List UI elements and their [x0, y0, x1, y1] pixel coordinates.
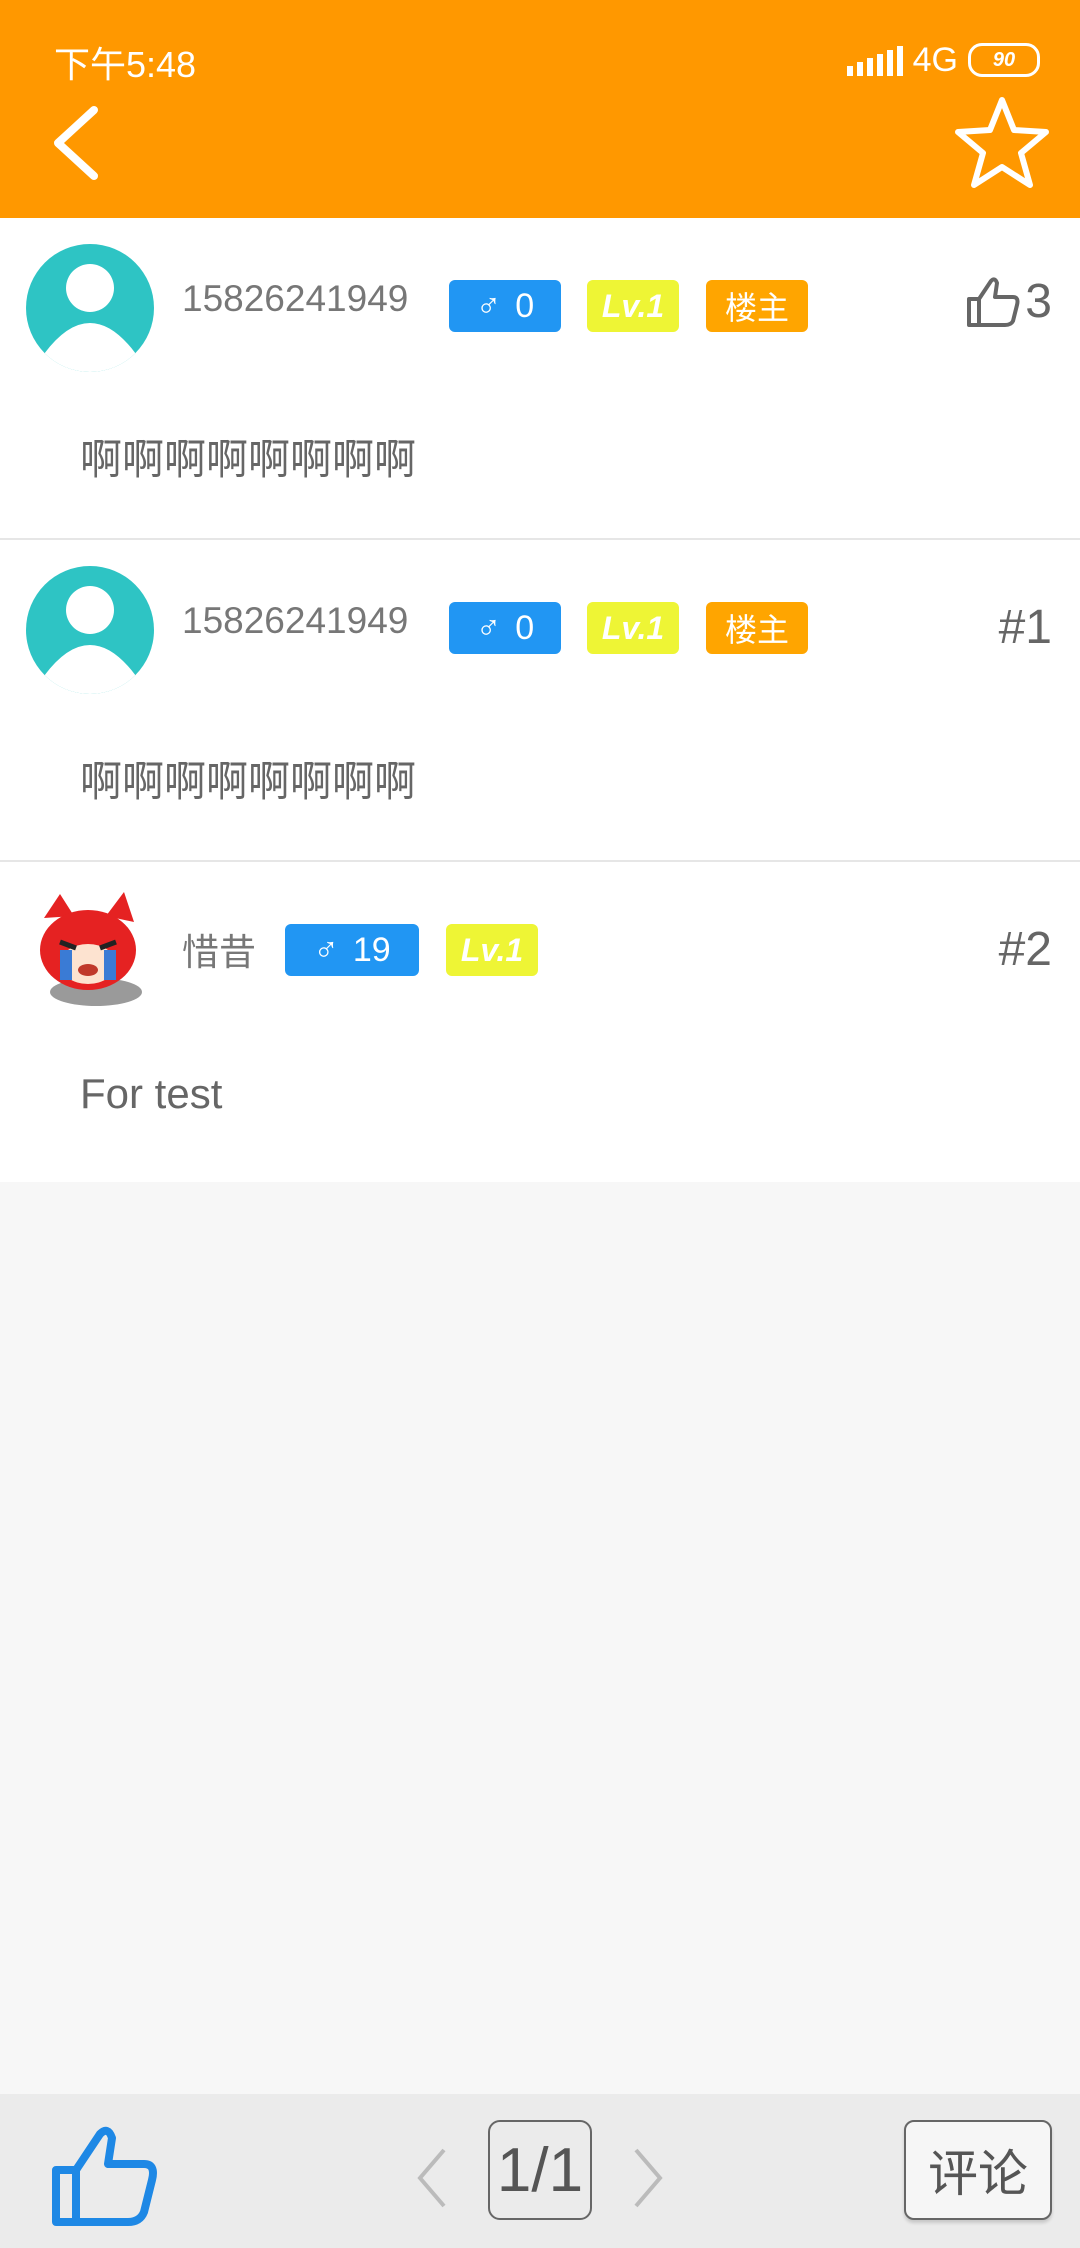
male-icon: ♂: [313, 930, 339, 969]
level-badge: Lv.1: [587, 602, 679, 654]
battery-level: 90: [992, 48, 1016, 71]
gender-count: 0: [515, 608, 535, 647]
username[interactable]: 15826241949: [182, 278, 408, 320]
status-indicators: 4G 90: [846, 38, 1040, 82]
bottom-toolbar: 1/1 评论: [0, 2094, 1080, 2248]
cartoon-fox-avatar-icon: [40, 892, 142, 1006]
back-button[interactable]: [42, 98, 112, 188]
male-icon: ♂: [475, 608, 502, 647]
thumbs-up-like-button[interactable]: [50, 2124, 160, 2228]
username[interactable]: 15826241949: [182, 600, 408, 642]
network-type: 4G: [912, 40, 958, 79]
gender-badge: ♂ 0: [449, 602, 561, 654]
like-button[interactable]: 3: [965, 274, 1052, 329]
gender-badge: ♂ 0: [449, 280, 561, 332]
floor-number: #2: [998, 923, 1052, 976]
post-content: For test: [80, 1070, 223, 1117]
post-item: 惜昔 ♂ 19 Lv.1 #2 For test: [0, 862, 1080, 1182]
gender-badge: ♂ 19: [285, 924, 419, 976]
avatar[interactable]: [26, 888, 154, 1016]
favorite-star-icon[interactable]: [952, 94, 1052, 190]
owner-badge: 楼主: [706, 280, 808, 332]
user-icon: [44, 586, 136, 694]
level-badge: Lv.1: [446, 924, 538, 976]
avatar[interactable]: [26, 244, 154, 372]
status-time: 下午5:48: [54, 44, 197, 85]
chevron-left-icon[interactable]: [412, 2138, 452, 2218]
gender-count: 0: [515, 286, 535, 325]
username[interactable]: 惜昔: [182, 922, 256, 976]
post-content: 啊啊啊啊啊啊啊啊: [80, 758, 417, 805]
comment-button[interactable]: 评论: [904, 2120, 1052, 2220]
battery-icon: 90: [968, 43, 1040, 77]
top-app-bar: 下午5:48 4G 90: [0, 0, 1080, 218]
user-icon: [44, 264, 136, 372]
like-count: 3: [1025, 275, 1052, 328]
signal-icon: [846, 44, 903, 76]
thumbs-up-icon: [967, 276, 1020, 327]
gender-count: 19: [352, 930, 391, 969]
level-badge: Lv.1: [587, 280, 679, 332]
chevron-right-icon[interactable]: [628, 2138, 668, 2218]
male-icon: ♂: [475, 286, 502, 325]
post-item: 15826241949 ♂ 0 Lv.1 楼主 3 啊啊啊啊啊啊啊啊: [0, 218, 1080, 540]
post-content: 啊啊啊啊啊啊啊啊: [80, 436, 417, 483]
floor-number: #1: [998, 601, 1052, 654]
owner-badge: 楼主: [706, 602, 808, 654]
avatar[interactable]: [26, 566, 154, 694]
page-indicator[interactable]: 1/1: [488, 2120, 592, 2220]
post-item: 15826241949 ♂ 0 Lv.1 楼主 #1 啊啊啊啊啊啊啊啊: [0, 540, 1080, 862]
